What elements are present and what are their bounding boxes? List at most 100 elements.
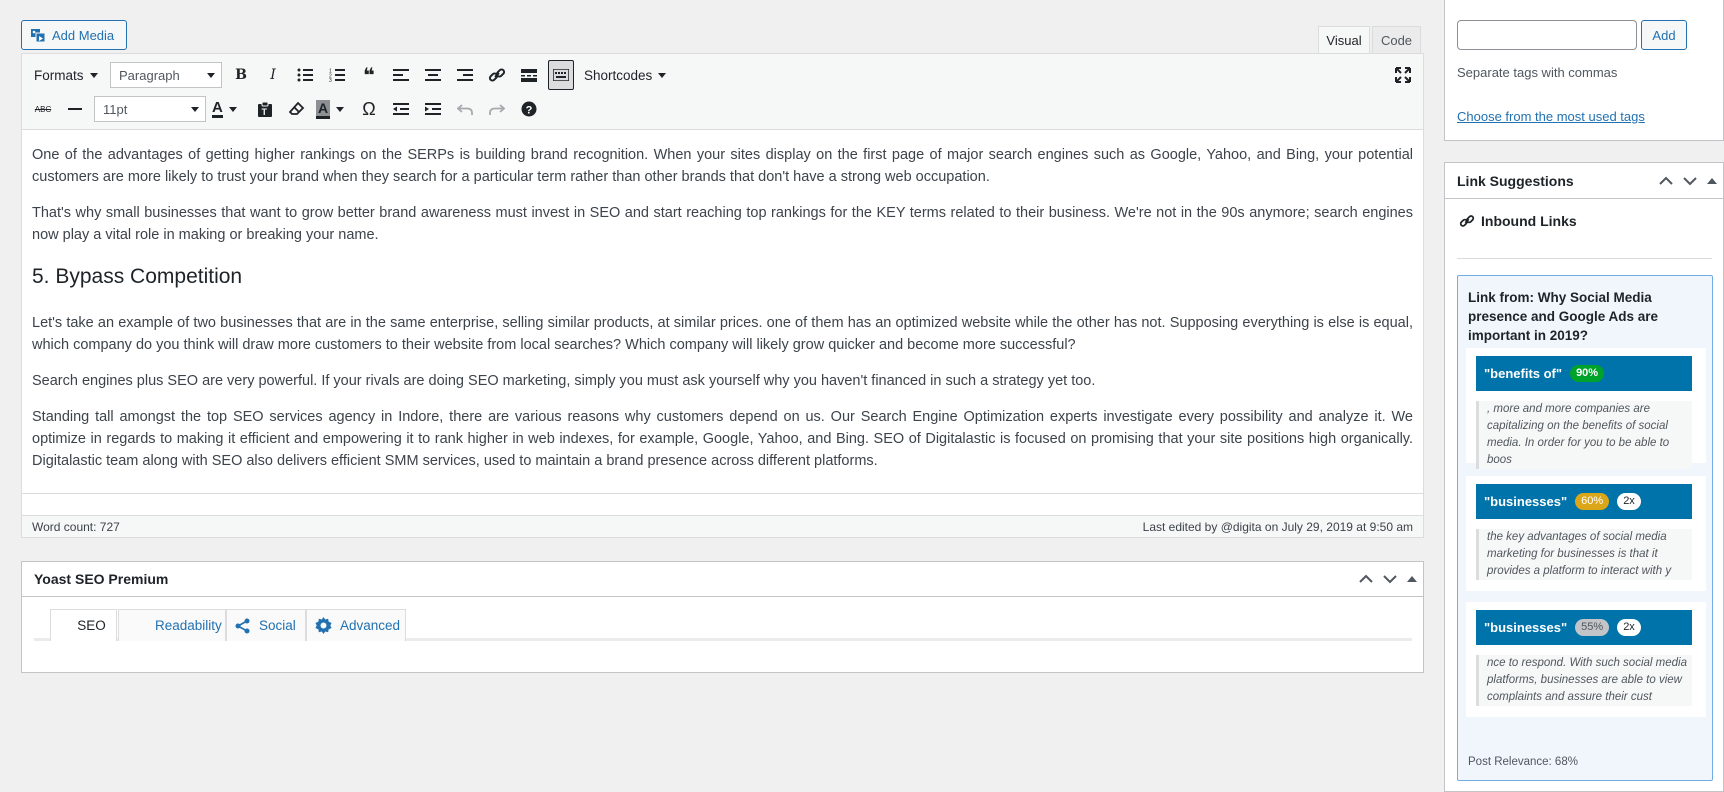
add-media-label: Add Media bbox=[52, 27, 115, 43]
numbered-list-icon[interactable]: 123 bbox=[324, 60, 350, 90]
tags-hint: Separate tags with commas bbox=[1457, 65, 1618, 80]
undo-icon[interactable] bbox=[452, 94, 478, 124]
link-icon[interactable] bbox=[484, 60, 510, 90]
suggestion-item: "businesses" 55% 2x nce to respond. With… bbox=[1466, 602, 1706, 717]
link-icon bbox=[1459, 215, 1475, 227]
add-tag-button[interactable]: Add bbox=[1641, 20, 1687, 50]
outdent-icon[interactable] bbox=[388, 94, 414, 124]
font-size-select[interactable]: 11pt bbox=[94, 96, 206, 122]
tab-code[interactable]: Code bbox=[1372, 26, 1421, 53]
tab-advanced-label: Advanced bbox=[340, 618, 401, 633]
bold-icon[interactable]: B bbox=[228, 60, 254, 90]
paragraph: That's why small businesses that want to… bbox=[32, 205, 1413, 243]
svg-text:?: ? bbox=[526, 105, 533, 117]
suggestion-keyword-button[interactable]: "benefits of" 90% bbox=[1476, 356, 1692, 391]
collapse-toggle-icon[interactable] bbox=[1407, 575, 1417, 583]
text-color-icon[interactable]: A bbox=[212, 94, 248, 124]
link-suggestions-header: Link Suggestions bbox=[1445, 163, 1723, 199]
post-relevance: Post Relevance: 68% bbox=[1468, 756, 1578, 768]
align-right-icon[interactable] bbox=[452, 60, 478, 90]
suggestion-item: "businesses" 60% 2x the key advantages o… bbox=[1466, 476, 1706, 591]
indent-icon[interactable] bbox=[420, 94, 446, 124]
suggestion-keyword-button[interactable]: "businesses" 60% 2x bbox=[1476, 484, 1692, 519]
suggestion-keyword: "businesses" bbox=[1484, 620, 1568, 635]
suggestion-keyword-button[interactable]: "businesses" 55% 2x bbox=[1476, 610, 1692, 645]
tab-readability-label: Readability bbox=[155, 618, 222, 633]
paste-text-icon[interactable]: T bbox=[252, 94, 278, 124]
chevron-up-icon[interactable] bbox=[1359, 574, 1373, 584]
tab-social-label: Social bbox=[259, 618, 296, 633]
resize-handle[interactable] bbox=[22, 493, 1423, 515]
word-count: Word count: 727 bbox=[32, 519, 120, 534]
tab-readability[interactable]: Readability bbox=[118, 609, 226, 641]
paragraph: One of the advantages of getting higher … bbox=[32, 147, 1413, 185]
link-suggestions-panel: Link Suggestions Inbound Links Link from… bbox=[1444, 162, 1724, 792]
chevron-down-icon[interactable] bbox=[1683, 176, 1697, 186]
shortcodes-label: Shortcodes bbox=[584, 67, 653, 83]
count-badge: 2x bbox=[1617, 619, 1641, 636]
add-media-button[interactable]: Add Media bbox=[21, 20, 127, 50]
suggestion-snippet: nce to respond. With such social media p… bbox=[1476, 655, 1692, 706]
read-more-icon[interactable] bbox=[516, 60, 542, 90]
editor-toolbar: Formats Paragraph B I 123 ❝ Shortcodes A… bbox=[22, 54, 1423, 130]
paragraph: Standing tall amongst the top SEO servic… bbox=[32, 409, 1413, 469]
chevron-up-icon[interactable] bbox=[1659, 176, 1673, 186]
yoast-panel-title: Yoast SEO Premium bbox=[34, 571, 169, 587]
chevron-down-icon bbox=[191, 107, 199, 112]
last-edited: Last edited by @digita on July 29, 2019 … bbox=[1142, 519, 1413, 534]
tag-input[interactable] bbox=[1457, 20, 1637, 50]
paragraph: Let's take an example of two businesses … bbox=[32, 315, 1413, 353]
link-suggestions-title: Link Suggestions bbox=[1457, 172, 1574, 189]
italic-icon[interactable]: I bbox=[260, 60, 286, 90]
paragraph: Search engines plus SEO are very powerfu… bbox=[32, 373, 1096, 389]
chevron-down-icon[interactable] bbox=[1383, 574, 1397, 584]
media-icon bbox=[31, 29, 46, 43]
tab-advanced[interactable]: Advanced bbox=[306, 609, 406, 641]
bullet-list-icon[interactable] bbox=[292, 60, 318, 90]
fullscreen-icon[interactable] bbox=[1390, 60, 1416, 90]
yoast-tabs: SEO Readability Social Advanced bbox=[34, 609, 1412, 641]
editor-content[interactable]: One of the advantages of getting higher … bbox=[22, 130, 1423, 490]
tab-social[interactable]: Social bbox=[226, 609, 306, 641]
shortcodes-menu[interactable]: Shortcodes bbox=[584, 62, 667, 88]
align-center-icon[interactable] bbox=[420, 60, 446, 90]
chevron-down-icon bbox=[89, 72, 98, 78]
link-from-title: Link from: Why Social Media presence and… bbox=[1468, 290, 1659, 343]
paragraph-select[interactable]: Paragraph bbox=[110, 62, 222, 88]
suggestion-item: "benefits of" 90% , more and more compan… bbox=[1466, 348, 1706, 469]
tags-panel: Add Separate tags with commas Choose fro… bbox=[1444, 0, 1724, 141]
tab-seo[interactable]: SEO bbox=[50, 609, 117, 641]
link-suggestion-card: Link from: Why Social Media presence and… bbox=[1457, 275, 1713, 781]
collapse-toggle-icon[interactable] bbox=[1707, 177, 1717, 185]
yoast-seo-panel: Yoast SEO Premium SEO Readability Social… bbox=[21, 561, 1424, 673]
most-used-tags-link[interactable]: Choose from the most used tags bbox=[1457, 109, 1645, 124]
tab-visual[interactable]: Visual bbox=[1318, 26, 1370, 53]
clear-formatting-icon[interactable] bbox=[284, 94, 310, 124]
divider bbox=[1457, 258, 1712, 259]
special-character-icon[interactable]: Ω bbox=[356, 94, 382, 124]
score-badge: 60% bbox=[1575, 493, 1610, 510]
formats-menu[interactable]: Formats bbox=[34, 62, 98, 88]
strikethrough-icon[interactable]: ABC bbox=[30, 94, 56, 124]
font-size-value: 11pt bbox=[103, 101, 128, 117]
editor-statusbar: Word count: 727 Last edited by @digita o… bbox=[22, 515, 1423, 537]
redo-icon[interactable] bbox=[484, 94, 510, 124]
blockquote-icon[interactable]: ❝ bbox=[356, 60, 382, 90]
classic-editor: Formats Paragraph B I 123 ❝ Shortcodes A… bbox=[21, 53, 1424, 538]
background-color-icon[interactable]: A bbox=[316, 94, 352, 124]
score-badge: 90% bbox=[1570, 365, 1605, 382]
align-left-icon[interactable] bbox=[388, 60, 414, 90]
suggestion-keyword: "businesses" bbox=[1484, 494, 1568, 509]
inbound-links-label: Inbound Links bbox=[1481, 213, 1577, 229]
toolbar-toggle-icon[interactable] bbox=[548, 60, 574, 90]
horizontal-line-icon[interactable] bbox=[62, 94, 88, 124]
chevron-down-icon bbox=[658, 72, 667, 78]
score-badge: 55% bbox=[1575, 619, 1610, 636]
suggestion-snippet: the key advantages of social media marke… bbox=[1476, 529, 1692, 580]
svg-text:T: T bbox=[262, 107, 268, 117]
yoast-panel-header: Yoast SEO Premium bbox=[22, 562, 1423, 597]
inbound-links-heading[interactable]: Inbound Links bbox=[1459, 213, 1577, 229]
suggestion-snippet: , more and more companies are capitalizi… bbox=[1476, 401, 1692, 469]
chevron-down-icon bbox=[207, 73, 215, 78]
help-icon[interactable]: ? bbox=[516, 94, 542, 124]
